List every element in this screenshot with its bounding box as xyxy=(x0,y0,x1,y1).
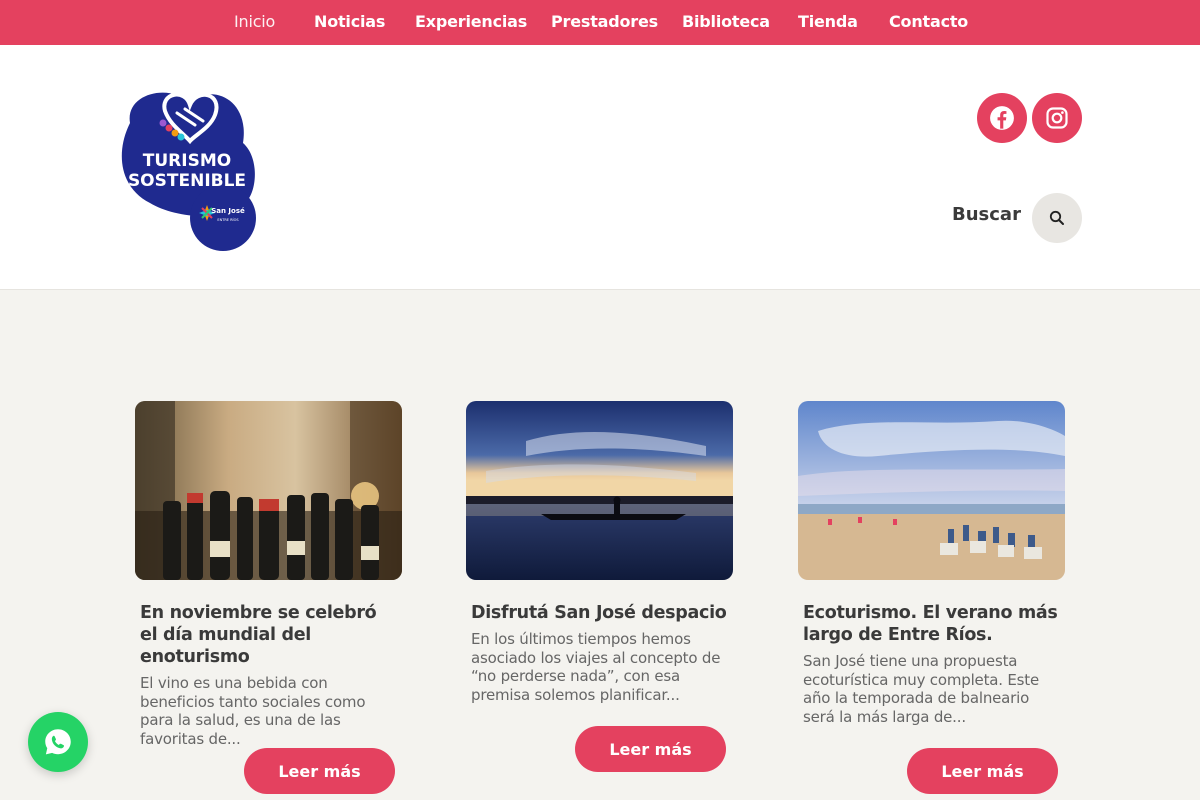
site-header: TURISMO SOSTENIBLE San José ENTRE RÍOS B… xyxy=(0,45,1200,290)
logo-text-line1: TURISMO xyxy=(143,151,231,171)
card-title[interactable]: En noviembre se celebró el día mundial d… xyxy=(140,602,397,668)
news-card: Ecoturismo. El verano más largo de Entre… xyxy=(798,401,1065,726)
nav-item-tienda[interactable]: Tienda xyxy=(798,12,858,31)
card-title[interactable]: Ecoturismo. El verano más largo de Entre… xyxy=(803,602,1060,646)
top-navigation: Inicio Noticias Experiencias Prestadores… xyxy=(0,0,1200,45)
nav-item-contacto[interactable]: Contacto xyxy=(889,12,968,31)
river-sunset-image[interactable] xyxy=(466,401,733,580)
wine-bar-image[interactable] xyxy=(135,401,402,580)
whatsapp-button[interactable] xyxy=(28,712,88,772)
logo-badge-subtext: ENTRE RÍOS xyxy=(217,217,239,222)
nav-item-inicio[interactable]: Inicio xyxy=(234,12,275,31)
card-title[interactable]: Disfrutá San José despacio xyxy=(471,602,728,624)
beach-image[interactable] xyxy=(798,401,1065,580)
logo-badge-text: San José xyxy=(211,207,245,215)
nav-item-noticias[interactable]: Noticias xyxy=(314,12,385,31)
card-excerpt: En los últimos tiempos hemos asociado lo… xyxy=(471,630,721,704)
read-more-button[interactable]: Leer más xyxy=(575,726,726,772)
read-more-button[interactable]: Leer más xyxy=(907,748,1058,794)
card-excerpt: San José tiene una propuesta ecoturístic… xyxy=(803,652,1039,726)
search-button[interactable] xyxy=(1032,193,1082,243)
instagram-icon xyxy=(1046,107,1068,129)
turismo-sostenible-logo[interactable]: TURISMO SOSTENIBLE San José ENTRE RÍOS xyxy=(115,83,260,253)
nav-item-biblioteca[interactable]: Biblioteca xyxy=(682,12,770,31)
card-excerpt: El vino es una bebida con beneficios tan… xyxy=(140,674,366,748)
search-icon xyxy=(1049,210,1064,225)
search-label[interactable]: Buscar xyxy=(952,204,1021,225)
nav-item-prestadores[interactable]: Prestadores xyxy=(551,12,658,31)
news-card: En noviembre se celebró el día mundial d… xyxy=(135,401,402,748)
read-more-button[interactable]: Leer más xyxy=(244,748,395,794)
instagram-button[interactable] xyxy=(1032,93,1082,143)
facebook-icon xyxy=(990,106,1014,130)
facebook-button[interactable] xyxy=(977,93,1027,143)
whatsapp-icon xyxy=(45,729,71,755)
nav-item-experiencias[interactable]: Experiencias xyxy=(415,12,527,31)
news-card: Disfrutá San José despacio En los último… xyxy=(466,401,733,704)
logo-text-line2: SOSTENIBLE xyxy=(128,171,246,191)
